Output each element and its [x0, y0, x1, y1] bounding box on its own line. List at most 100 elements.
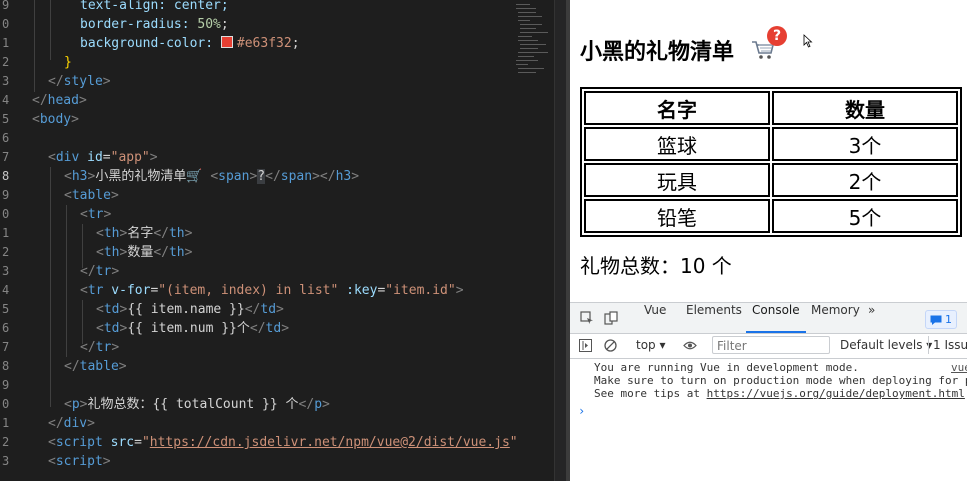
clear-console-icon[interactable] [604, 339, 617, 352]
column-header-name: 名字 [584, 91, 770, 125]
code-token: th [103, 226, 120, 241]
console-text: See more tips at [594, 387, 707, 400]
minimap-line [520, 44, 546, 45]
message-count-badge[interactable]: 1 [925, 310, 957, 329]
issues-button[interactable]: 1 Issue [928, 336, 967, 354]
code-token: td [265, 321, 282, 336]
code-token: v-for [103, 283, 151, 298]
more-tabs-button[interactable]: » [868, 303, 875, 333]
code-line: </table> [64, 357, 127, 376]
code-token: > [102, 454, 111, 469]
log-levels-dropdown[interactable]: Default levels ▾ [840, 338, 932, 352]
tab-console[interactable]: Console [746, 303, 806, 333]
code-token: table [79, 359, 119, 374]
indent-guide [50, 0, 51, 60]
line-number: 2 [2, 55, 10, 69]
code-line: <script> [48, 452, 111, 471]
code-editor[interactable]: 9 0 1 2 3 4 5 6 7 8 9 0 1 2 3 4 5 6 7 8 … [0, 0, 566, 481]
minimap-line [520, 32, 548, 33]
code-token: h3 [71, 169, 88, 184]
code-token: < [96, 245, 104, 260]
code-token: = [134, 435, 142, 450]
code-token: > [276, 302, 284, 317]
code-token: body [39, 112, 72, 127]
inspect-element-icon[interactable] [580, 311, 594, 325]
vertical-scrollbar[interactable] [554, 0, 566, 481]
message-count: 1 [945, 313, 952, 326]
code-token: head [47, 93, 79, 108]
code-token: } [64, 55, 72, 70]
code-token: src [102, 435, 135, 450]
console-prompt[interactable]: › [578, 404, 585, 418]
table-row: 玩具 2个 [584, 163, 958, 197]
code-token: 小黑的礼物清单🛒 [95, 169, 211, 184]
rendered-page: 小黑的礼物清单 ? 名字 数量 篮球 3个 玩具 2个 铅笔 5个 礼物总数：1… [570, 0, 967, 302]
color-swatch-icon[interactable] [220, 36, 233, 48]
gift-quantity-cell: 5个 [772, 199, 958, 233]
code-token: > [184, 245, 193, 260]
code-token: {{ item.name }} [127, 302, 245, 317]
code-token: " [509, 435, 518, 450]
code-token: < [64, 169, 72, 184]
context-select[interactable]: top ▾ [636, 338, 666, 352]
code-token: > [184, 226, 193, 241]
device-toolbar-icon[interactable] [604, 311, 618, 325]
minimap[interactable] [512, 0, 554, 80]
code-line: <tr v-for="(item, index) in list" :key="… [80, 281, 464, 300]
sidebar-toggle-icon[interactable] [579, 339, 592, 352]
eye-icon[interactable] [683, 340, 697, 351]
minimap-line [520, 28, 536, 29]
table-header-row: 名字 数量 [584, 91, 958, 125]
code-line: </tr> [80, 262, 119, 281]
tab-elements[interactable]: Elements [686, 303, 742, 333]
deployment-guide-link[interactable]: https://vuejs.org/guide/deployment.html [707, 387, 965, 400]
code-line-current: <h3>小黑的礼物清单🛒 <span>?</span></h3> [64, 167, 359, 186]
tab-vue[interactable]: Vue [644, 303, 666, 333]
code-line: <table> [64, 186, 119, 205]
line-number: 6 [2, 131, 10, 145]
code-token: > [149, 150, 158, 165]
code-token: th [103, 245, 120, 260]
code-token: span [280, 169, 313, 184]
code-token: < [48, 454, 56, 469]
filter-input[interactable]: Filter [712, 336, 830, 354]
line-number: 1 [2, 416, 10, 430]
minimap-line [516, 60, 538, 61]
line-number: 2 [2, 245, 10, 259]
code-token: </ [153, 245, 169, 260]
devtools-panel: Vue Elements Console Memory » 1 top ▾ Fi… [570, 302, 967, 481]
console-message-line: Make sure to turn on production mode whe… [594, 374, 967, 387]
code-token: "(item, index) in list" [158, 283, 339, 298]
code-line: <th>数量</th> [96, 243, 192, 262]
tab-memory[interactable]: Memory [811, 303, 860, 333]
code-token: td [260, 302, 277, 317]
code-token: ; [291, 36, 300, 51]
line-number: 7 [2, 340, 10, 354]
code-token: border-radius: [80, 17, 198, 32]
gift-name-cell: 铅笔 [584, 199, 770, 233]
line-number: 3 [2, 74, 10, 88]
code-token: </ [48, 74, 64, 89]
code-token: {{ item.num }}个 [127, 321, 250, 336]
code-link[interactable]: https://cdn.jsdelivr.net/npm/vue@2/dist/… [150, 435, 510, 450]
code-token: ></ [312, 169, 336, 184]
line-number: 1 [2, 36, 10, 50]
code-token: > [118, 359, 127, 374]
code-token: < [48, 435, 56, 450]
code-line: <td>{{ item.num }}个</td> [96, 319, 289, 338]
code-token: tr [87, 283, 104, 298]
code-token: > [322, 397, 330, 412]
console-source-link[interactable]: vue [951, 361, 967, 374]
code-token: </ [153, 226, 169, 241]
console-message-line: You are running Vue in development mode. [594, 361, 859, 374]
minimap-line [518, 56, 534, 57]
code-token: </ [32, 93, 48, 108]
code-token: > [281, 321, 290, 336]
code-token: div [55, 150, 80, 165]
code-token: div [63, 416, 88, 431]
gift-quantity-cell: 2个 [772, 163, 958, 197]
code-token: </ [80, 340, 96, 355]
minimap-line [516, 8, 536, 9]
gift-name-cell: 玩具 [584, 163, 770, 197]
console-toolbar: top ▾ Filter Default levels ▾ 1 Issue [570, 334, 967, 359]
